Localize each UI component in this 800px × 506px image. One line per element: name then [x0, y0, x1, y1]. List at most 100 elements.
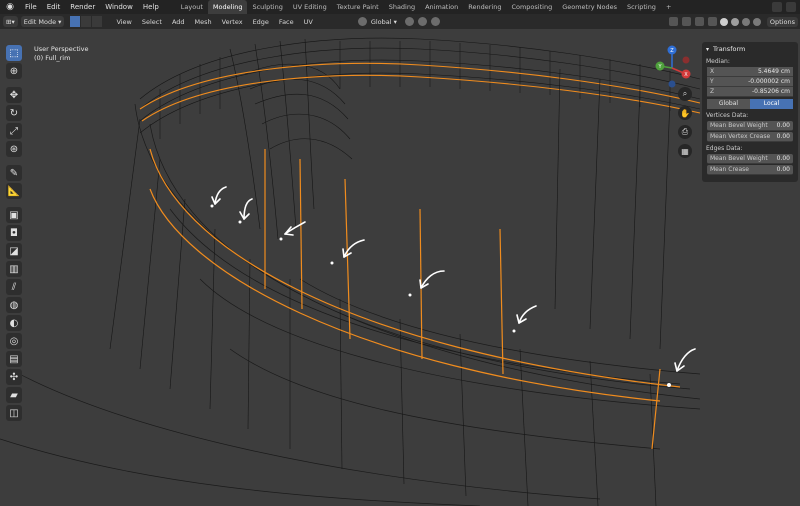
pivot-icon[interactable]	[404, 17, 414, 26]
orientation-selector[interactable]: Global ▾	[357, 17, 397, 26]
y-value: -0.000002 cm	[748, 78, 790, 85]
cursor-icon[interactable]: ⊕	[6, 63, 22, 79]
tab-rendering[interactable]: Rendering	[463, 0, 506, 14]
tab-animation[interactable]: Animation	[420, 0, 463, 14]
transform-icon[interactable]: ⊛	[6, 141, 22, 157]
menu-select[interactable]: Select	[137, 18, 167, 26]
tab-uv-editing[interactable]: UV Editing	[288, 0, 332, 14]
menu-add[interactable]: Add	[167, 18, 190, 26]
scene-icon[interactable]	[772, 2, 782, 12]
shrink-icon[interactable]: ✣	[6, 369, 22, 385]
editor-type-button[interactable]: ⊞▾	[3, 16, 18, 27]
vertex-select-icon[interactable]	[70, 16, 81, 27]
gizmo-neg-x[interactable]	[682, 56, 690, 64]
loop-cut-icon[interactable]: ▥	[6, 261, 22, 277]
shear-icon[interactable]: ▰	[6, 387, 22, 403]
navigation-gizmo[interactable]: Z Y X	[648, 44, 696, 92]
zoom-icon[interactable]: ⌕	[678, 87, 692, 101]
vertices-data-label: Vertices Data:	[706, 112, 749, 119]
menu-view[interactable]: View	[111, 18, 136, 26]
bevel-icon[interactable]: ◪	[6, 243, 22, 259]
extrude-icon[interactable]: ▣	[6, 207, 22, 223]
3d-viewport[interactable]: User Perspective (0) Full_rim ⬚ ⊕ ✥ ↻ ⤢ …	[0, 29, 800, 506]
annotate-icon[interactable]: ✎	[6, 165, 22, 181]
tab-compositing[interactable]: Compositing	[506, 0, 557, 14]
far-ring-wireframe	[139, 37, 701, 240]
edge-slide-icon[interactable]: ▤	[6, 351, 22, 367]
tool-shelf: ⬚ ⊕ ✥ ↻ ⤢ ⊛ ✎ 📐 ▣ ◘ ◪ ▥ ⫽ ◍ ◐ ◎ ▤ ✣ ▰ ◫	[6, 45, 24, 423]
pan-hand-icon[interactable]: ✋	[678, 106, 692, 120]
mode-selector[interactable]: Edit Mode ▾	[20, 16, 65, 27]
median-y-field[interactable]: Y -0.000002 cm	[707, 77, 793, 87]
select-box-icon[interactable]: ⬚	[6, 45, 22, 61]
menu-window[interactable]: Window	[100, 0, 138, 14]
near-rim-verticals	[109, 68, 671, 506]
poly-build-icon[interactable]: ◍	[6, 297, 22, 313]
inset-icon[interactable]: ◘	[6, 225, 22, 241]
rip-icon[interactable]: ◫	[6, 405, 22, 421]
workspace-tabs: Layout Modeling Sculpting UV Editing Tex…	[176, 0, 677, 14]
wireframe-shading-icon[interactable]	[719, 17, 728, 26]
smooth-icon[interactable]: ◎	[6, 333, 22, 349]
menu-help[interactable]: Help	[138, 0, 164, 14]
menu-render[interactable]: Render	[65, 0, 100, 14]
tab-shading[interactable]: Shading	[384, 0, 420, 14]
tab-sculpting[interactable]: Sculpting	[247, 0, 287, 14]
menu-mesh[interactable]: Mesh	[190, 18, 217, 26]
tab-geometry-nodes[interactable]: Geometry Nodes	[557, 0, 622, 14]
proportional-edit-icon[interactable]	[430, 17, 440, 26]
rotate-icon[interactable]: ↻	[6, 105, 22, 121]
grid-view-icon[interactable]: ▦	[678, 144, 692, 158]
menu-vertex[interactable]: Vertex	[217, 18, 248, 26]
mode-label: Edit Mode	[23, 17, 57, 26]
gizmo-neg-z[interactable]	[668, 80, 676, 88]
gizmo-toggle-icon[interactable]	[681, 17, 691, 26]
knife-icon[interactable]: ⫽	[6, 279, 22, 295]
menu-uv[interactable]: UV	[299, 18, 318, 26]
annotation-arrows	[211, 186, 696, 372]
tab-scripting[interactable]: Scripting	[622, 0, 661, 14]
visibility-icon[interactable]	[668, 17, 678, 26]
transform-panel-header[interactable]: ▾ Transform	[706, 45, 794, 53]
viewport-info: User Perspective (0) Full_rim	[34, 45, 89, 63]
mean-crease-field[interactable]: Mean Crease 0.00	[707, 165, 793, 175]
header-center-controls: Global ▾	[357, 17, 444, 26]
snap-icon[interactable]	[417, 17, 427, 26]
menu-edge[interactable]: Edge	[248, 18, 274, 26]
mean-vertex-crease-value: 0.00	[776, 133, 790, 140]
spin-icon[interactable]: ◐	[6, 315, 22, 331]
camera-icon[interactable]: ⎙	[678, 125, 692, 139]
xray-icon[interactable]	[707, 17, 717, 26]
blender-logo-icon[interactable]: ◉	[4, 1, 16, 13]
top-menu-bar: ◉ File Edit Render Window Help Layout Mo…	[0, 0, 800, 14]
tab-layout[interactable]: Layout	[176, 0, 208, 14]
tab-modeling[interactable]: Modeling	[207, 0, 248, 14]
local-button[interactable]: Local	[750, 99, 793, 109]
face-select-icon[interactable]	[92, 16, 103, 27]
mean-vertex-crease-field[interactable]: Mean Vertex Crease 0.00	[707, 132, 793, 142]
viewport-header: ⊞▾ Edit Mode ▾ View Select Add Mesh Vert…	[0, 14, 800, 29]
overlay-icon[interactable]	[694, 17, 704, 26]
mean-bevel-weight-field[interactable]: Mean Bevel Weight 0.00	[707, 121, 793, 131]
options-button[interactable]: Options	[766, 16, 798, 27]
menu-edit[interactable]: Edit	[42, 0, 66, 14]
median-z-field[interactable]: Z -0.85206 cm	[707, 87, 793, 97]
view-layer-icon[interactable]	[786, 2, 796, 12]
menu-file[interactable]: File	[20, 0, 42, 14]
material-shading-icon[interactable]	[741, 17, 750, 26]
scale-icon[interactable]: ⤢	[6, 123, 22, 139]
perspective-label: User Perspective	[34, 45, 89, 53]
object-label: (0) Full_rim	[34, 54, 71, 62]
tab-texture-paint[interactable]: Texture Paint	[332, 0, 384, 14]
move-icon[interactable]: ✥	[6, 87, 22, 103]
menu-face[interactable]: Face	[274, 18, 299, 26]
measure-icon[interactable]: 📐	[6, 183, 22, 199]
solid-shading-icon[interactable]	[730, 17, 739, 26]
median-x-field[interactable]: X 5.4649 cm	[707, 67, 793, 77]
header-right-controls: Options	[665, 16, 798, 27]
global-button[interactable]: Global	[707, 99, 750, 109]
add-workspace-button[interactable]: +	[661, 0, 676, 14]
edge-mean-bevel-weight-field[interactable]: Mean Bevel Weight 0.00	[707, 154, 793, 164]
edge-select-icon[interactable]	[81, 16, 92, 27]
rendered-shading-icon[interactable]	[752, 17, 761, 26]
